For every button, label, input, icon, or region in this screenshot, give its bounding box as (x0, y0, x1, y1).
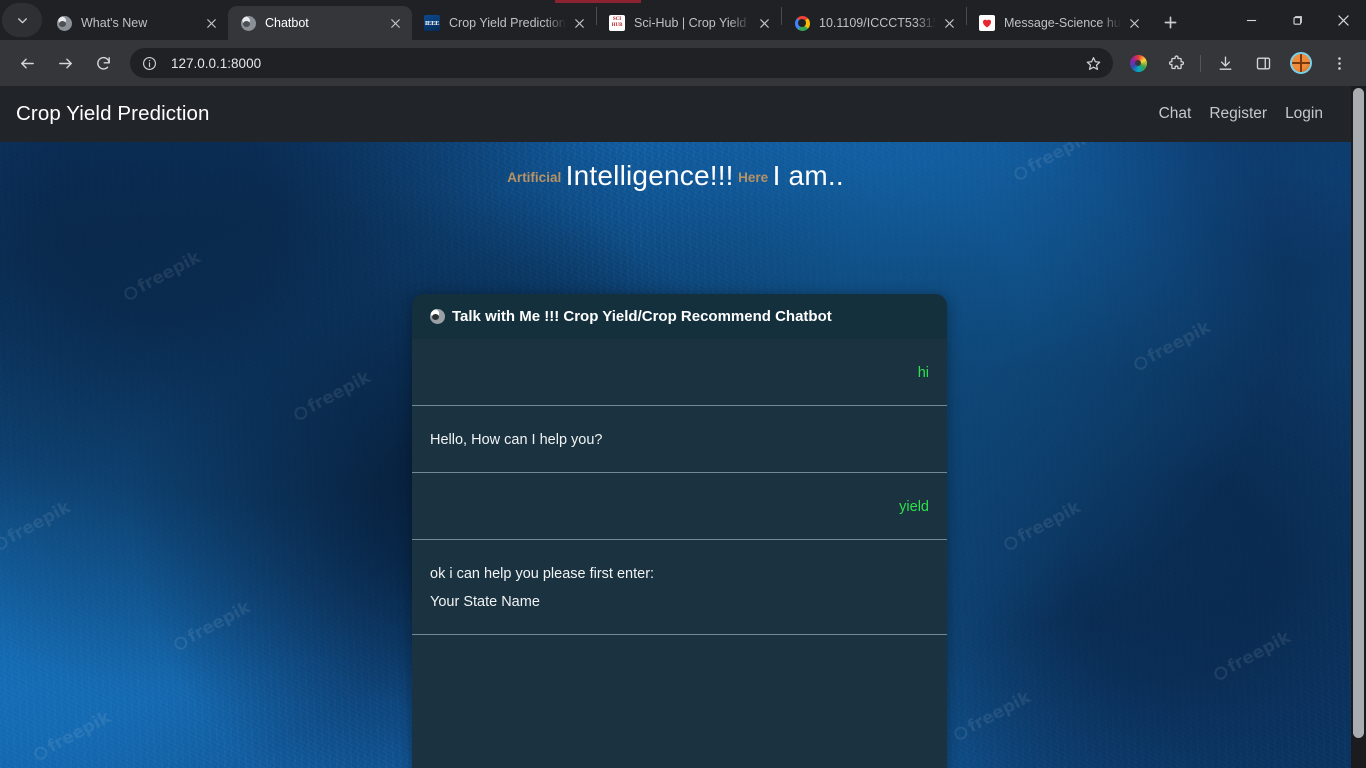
browser-tab-doi[interactable]: 10.1109/ICCCT53315.2 (782, 6, 966, 40)
close-tab-icon[interactable] (202, 14, 220, 32)
message-text: Your State Name (430, 588, 929, 616)
recording-indicator (555, 0, 641, 3)
tab-strip: What's New Chatbot IEEE C (0, 0, 1366, 40)
site-navbar: Crop Yield Prediction Chat Register Logi… (0, 86, 1351, 142)
star-icon (1086, 56, 1101, 71)
reload-button[interactable] (87, 47, 119, 79)
hero-text-here: Here (738, 170, 768, 185)
puzzle-icon (1168, 55, 1185, 72)
info-circle-icon (142, 56, 157, 71)
tab-search-button[interactable] (2, 3, 42, 37)
color-wheel-icon (1130, 55, 1147, 72)
ieee-icon: IEEE (424, 15, 440, 31)
tab-title: What's New (81, 16, 198, 30)
nav-link-login[interactable]: Login (1285, 105, 1323, 123)
site-info-icon[interactable] (140, 54, 158, 72)
close-window-button[interactable] (1320, 3, 1366, 37)
forward-button[interactable] (49, 47, 81, 79)
hero-text-artificial: Artificial (507, 170, 561, 185)
maximize-button[interactable] (1274, 3, 1320, 37)
url-text: 127.0.0.1:8000 (171, 56, 1081, 71)
globe-icon (240, 15, 256, 31)
extensions-button[interactable] (1160, 47, 1192, 79)
message-text: ok i can help you please first enter: (430, 560, 929, 588)
plus-icon (1164, 16, 1177, 29)
chatbot-header: Talk with Me !!! Crop Yield/Crop Recomme… (412, 294, 947, 339)
tab-title: Crop Yield Prediction (449, 16, 566, 30)
downloads-button[interactable] (1209, 47, 1241, 79)
browser-tab-whats-new[interactable]: What's New (44, 6, 228, 40)
three-dot-menu-icon (1331, 55, 1348, 72)
side-panel-button[interactable] (1247, 47, 1279, 79)
chat-message-user: yield (412, 473, 947, 540)
chatbot-card: Talk with Me !!! Crop Yield/Crop Recomme… (412, 294, 947, 768)
chevron-down-icon (16, 14, 29, 27)
address-bar[interactable]: 127.0.0.1:8000 (130, 48, 1113, 78)
message-text: Hello, How can I help you? (430, 426, 929, 454)
hero-text-intelligence: Intelligence!!! (566, 160, 734, 191)
maximize-icon (1292, 15, 1303, 26)
chat-message-list: hi Hello, How can I help you? yield ok i… (412, 339, 947, 768)
nav-link-register[interactable]: Register (1209, 105, 1267, 123)
browser-window: What's New Chatbot IEEE C (0, 0, 1366, 768)
forward-icon (57, 55, 74, 72)
nav-link-chat[interactable]: Chat (1159, 105, 1192, 123)
side-panel-icon (1255, 55, 1272, 72)
close-icon (1338, 15, 1349, 26)
basketball-avatar (1290, 52, 1312, 74)
close-tab-icon[interactable] (386, 14, 404, 32)
chat-message-bot: Hello, How can I help you? (412, 406, 947, 473)
message-text: hi (430, 359, 929, 387)
nav-links: Chat Register Login (1159, 105, 1335, 123)
tab-title: 10.1109/ICCCT53315.2 (819, 16, 936, 30)
chatbot-title: Talk with Me !!! Crop Yield/Crop Recomme… (452, 308, 832, 325)
chrome-menu-button[interactable] (1323, 47, 1355, 79)
tab-title: Sci-Hub | Crop Yield (634, 16, 751, 30)
close-tab-icon[interactable] (940, 14, 958, 32)
bookmark-button[interactable] (1081, 51, 1105, 75)
back-button[interactable] (11, 47, 43, 79)
page-viewport: freepik freepik freepik freepik freepik … (0, 86, 1366, 768)
chrome-globe-icon (56, 15, 72, 31)
close-tab-icon[interactable] (1125, 14, 1143, 32)
color-extension-button[interactable] (1122, 47, 1154, 79)
toolbar-divider (1200, 55, 1201, 72)
page-scrollbar[interactable] (1351, 86, 1366, 768)
hero-banner: Artificial Intelligence!!! Here I am.. (0, 142, 1351, 194)
browser-tab-message-science-hub[interactable]: Message-Science hub (967, 6, 1151, 40)
close-tab-icon[interactable] (570, 14, 588, 32)
tab-title: Chatbot (265, 16, 382, 30)
scrollbar-thumb[interactable] (1353, 88, 1364, 738)
tab-title: Message-Science hub (1004, 16, 1121, 30)
close-tab-icon[interactable] (755, 14, 773, 32)
minimize-icon (1246, 15, 1257, 26)
reload-icon (95, 55, 112, 72)
google-icon (794, 15, 810, 31)
new-tab-button[interactable] (1155, 7, 1185, 37)
message-text: yield (430, 493, 929, 521)
browser-tab-chatbot[interactable]: Chatbot (228, 6, 412, 40)
browser-toolbar: 127.0.0.1:8000 (0, 40, 1366, 86)
window-controls (1228, 3, 1366, 37)
download-icon (1217, 55, 1234, 72)
back-icon (19, 55, 36, 72)
heart-icon (979, 15, 995, 31)
profile-button[interactable] (1285, 47, 1317, 79)
site-brand[interactable]: Crop Yield Prediction (16, 102, 210, 126)
browser-tab-crop-yield-prediction[interactable]: IEEE Crop Yield Prediction (412, 6, 596, 40)
minimize-button[interactable] (1228, 3, 1274, 37)
hero-text-i-am: I am.. (773, 160, 844, 191)
chat-message-user: hi (412, 339, 947, 406)
chat-message-bot: ok i can help you please first enter: Yo… (412, 540, 947, 635)
globe-icon (430, 309, 445, 324)
scihub-icon: SCIHUB (609, 15, 625, 31)
browser-tab-sci-hub[interactable]: SCIHUB Sci-Hub | Crop Yield (597, 6, 781, 40)
